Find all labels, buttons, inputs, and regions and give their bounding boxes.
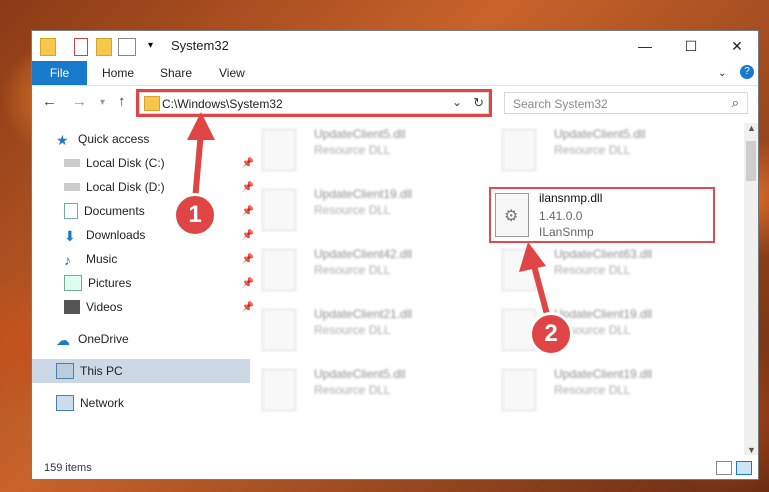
- arrow-2-head: [519, 242, 546, 272]
- annotation-arrows: [187, 112, 551, 321]
- annotation-badge-1: 1: [173, 193, 217, 237]
- arrow-1-shaft: [192, 129, 204, 203]
- annotation-badge-2: 2: [529, 312, 573, 356]
- arrow-1-head: [187, 112, 215, 140]
- arrow-2-shaft: [530, 259, 551, 321]
